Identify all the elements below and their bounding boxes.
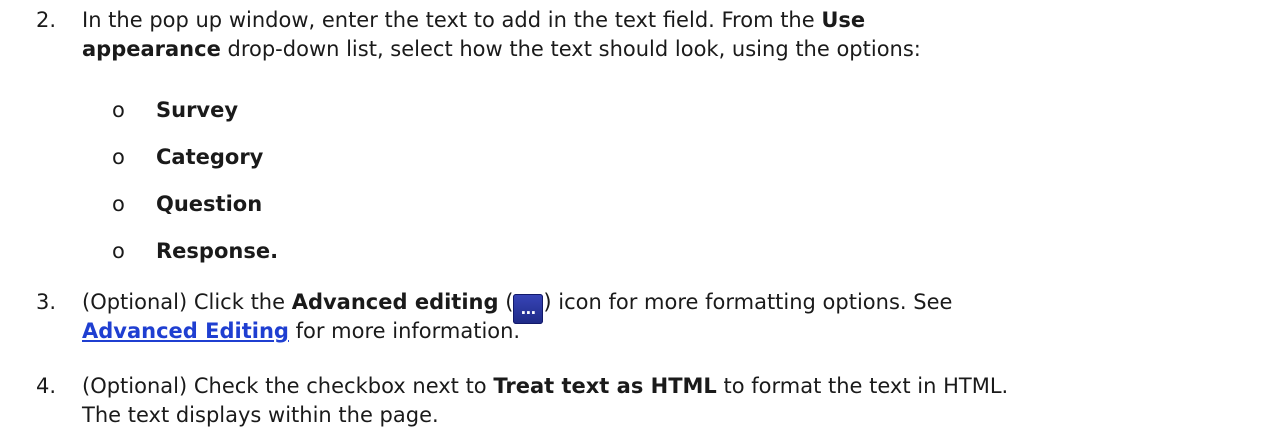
step-text-part: (Optional) Click the [82,290,292,314]
advanced-editing-term: Advanced editing [291,290,499,314]
step-text: Advanced Editing for more information. [82,317,1252,346]
step-number: 3. [36,290,57,314]
step-text-part: The text displays within the page. [82,403,439,427]
step-text: In the pop up window, enter the text to … [82,6,1252,35]
step-text-part: ( [498,290,514,314]
step-text-part: drop-down list, select how the text shou… [220,37,921,61]
step-number: 2. [36,8,57,32]
step-text: The text displays within the page. [82,401,1252,430]
use-appearance-term-a: Use [821,8,866,32]
bullet-icon: o [112,192,125,216]
step-text-part: for more information. [288,319,521,343]
option-label: Question [156,192,263,216]
option-label: Category [156,145,264,169]
use-appearance-term-b: appearance [82,37,221,61]
step-text: (Optional) Check the checkbox next to Tr… [82,372,1252,401]
option-label: Survey [156,98,239,122]
step-text-part: to format the text in HTML. [716,374,1009,398]
step-text-part: ) icon for more formatting options. See [543,290,953,314]
step-text-part: In the pop up window, enter the text to … [82,8,822,32]
option-label: Response. [156,239,279,263]
bullet-icon: o [112,145,125,169]
bullet-icon: o [112,98,125,122]
treat-text-as-html-term: Treat text as HTML [493,374,717,398]
step-text: appearance drop-down list, select how th… [82,35,1252,64]
advanced-editing-link[interactable]: Advanced Editing [82,319,289,343]
bullet-icon: o [112,239,125,263]
step-number: 4. [36,374,57,398]
step-text-part: (Optional) Check the checkbox next to [82,374,494,398]
